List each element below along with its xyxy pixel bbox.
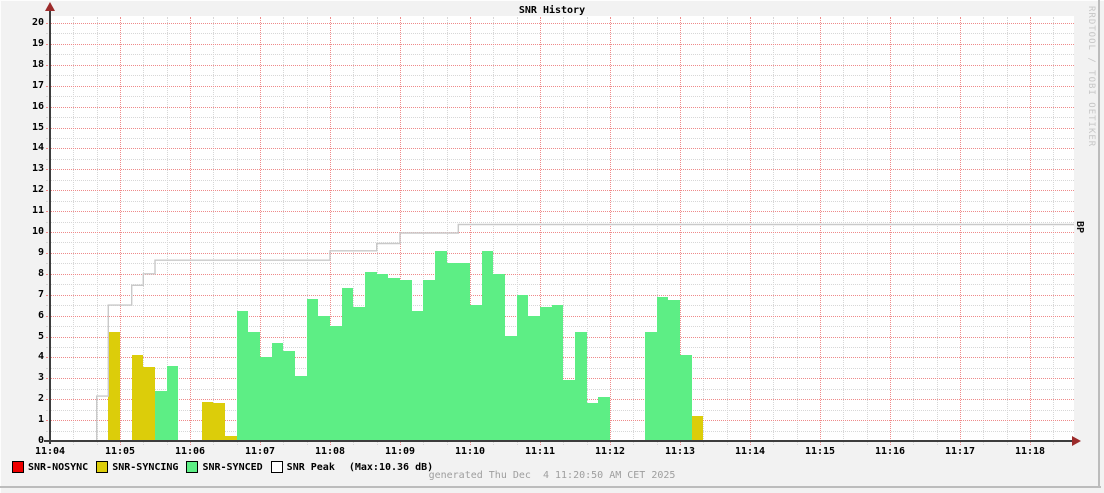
y-tick-label: 6 xyxy=(0,310,44,322)
right-axis-label: BP xyxy=(1074,221,1085,233)
x-axis-arrow-icon xyxy=(1072,436,1081,446)
y-tick-label: 19 xyxy=(0,38,44,50)
y-tick-label: 1 xyxy=(0,414,44,426)
x-tick-label: 11:05 xyxy=(96,446,144,458)
snr-peak-line xyxy=(50,23,1074,441)
x-tick-label: 11:09 xyxy=(376,446,424,458)
y-tick-label: 11 xyxy=(0,205,44,217)
y-tick-label: 16 xyxy=(0,101,44,113)
x-tick-label: 11:14 xyxy=(726,446,774,458)
frame-highlight-top xyxy=(0,0,1104,1)
rrdtool-watermark: RRDTOOL / TOBI OETIKER xyxy=(1086,6,1096,147)
y-tick-label: 18 xyxy=(0,59,44,71)
x-tick-label: 11:17 xyxy=(936,446,984,458)
rrdtool-graph: SNR History RRDTOOL / TOBI OETIKER BP 01… xyxy=(0,0,1104,493)
generated-timestamp: generated Thu Dec 4 11:20:50 AM CET 2025 xyxy=(0,470,1104,481)
y-tick-label: 7 xyxy=(0,289,44,301)
x-tick-label: 11:12 xyxy=(586,446,634,458)
y-tick-label: 3 xyxy=(0,372,44,384)
x-tick-label: 11:06 xyxy=(166,446,214,458)
y-tick-label: 10 xyxy=(0,226,44,238)
y-tick-label: 8 xyxy=(0,268,44,280)
y-axis-arrow-icon xyxy=(45,2,55,11)
y-tick-label: 5 xyxy=(0,331,44,343)
x-tick-label: 11:15 xyxy=(796,446,844,458)
chart-title: SNR History xyxy=(50,5,1054,16)
y-axis-line xyxy=(49,10,51,444)
y-tick-label: 2 xyxy=(0,393,44,405)
y-tick-label: 9 xyxy=(0,247,44,259)
frame-shadow-bottom xyxy=(0,486,1101,488)
x-tick-label: 11:13 xyxy=(656,446,704,458)
x-tick-label: 11:04 xyxy=(26,446,74,458)
x-tick-label: 11:18 xyxy=(1006,446,1054,458)
y-tick-label: 15 xyxy=(0,122,44,134)
x-tick-label: 11:11 xyxy=(516,446,564,458)
x-tick-label: 11:08 xyxy=(306,446,354,458)
x-axis-line xyxy=(44,440,1074,442)
x-tick-label: 11:10 xyxy=(446,446,494,458)
frame-shadow-right xyxy=(1098,0,1100,488)
plot-area xyxy=(50,23,1074,441)
y-tick-label: 4 xyxy=(0,351,44,363)
x-tick-label: 11:07 xyxy=(236,446,284,458)
y-tick-label: 12 xyxy=(0,184,44,196)
x-tick-label: 11:16 xyxy=(866,446,914,458)
y-tick-label: 20 xyxy=(0,17,44,29)
y-tick-label: 13 xyxy=(0,163,44,175)
y-tick-label: 14 xyxy=(0,142,44,154)
frame-highlight-left xyxy=(0,0,1,493)
y-tick-label: 17 xyxy=(0,80,44,92)
